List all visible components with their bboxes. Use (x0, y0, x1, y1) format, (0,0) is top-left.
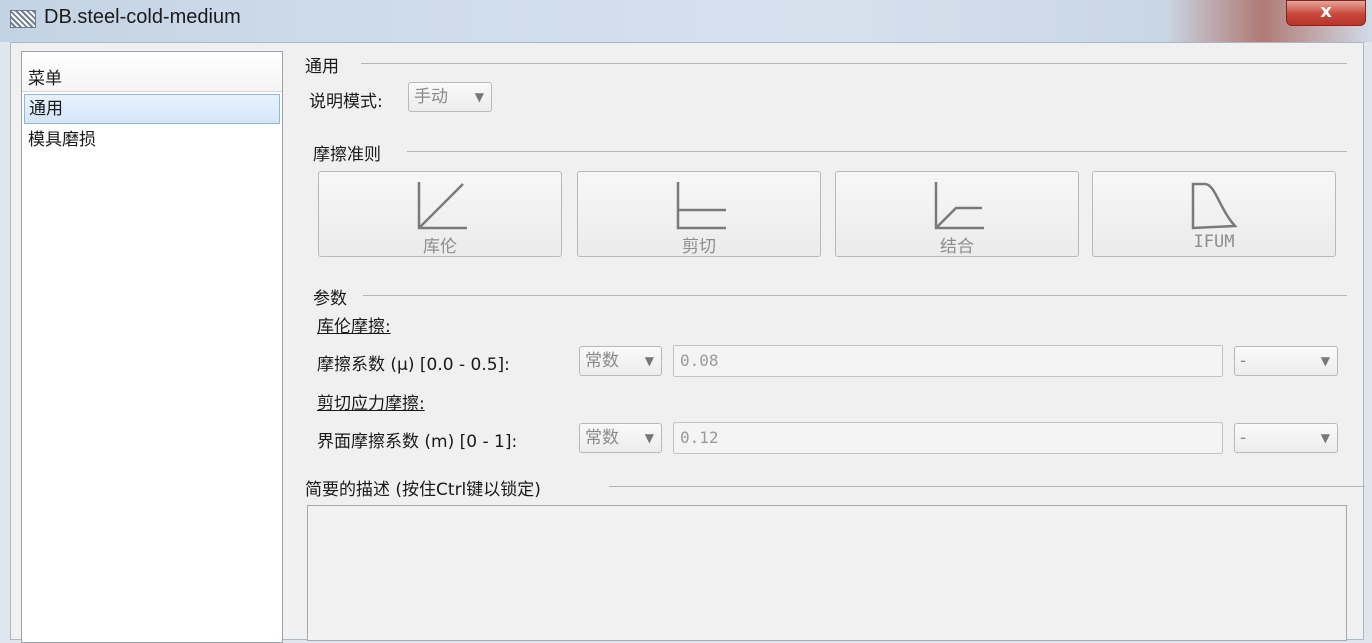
friction-coefficient-unit-dropdown[interactable]: - ▼ (1234, 346, 1338, 376)
coulomb-button[interactable]: 库伦 (318, 171, 562, 257)
combined-label: 结合 (940, 237, 974, 257)
chevron-down-icon: ▼ (1320, 431, 1330, 445)
menu-panel: 菜单 通用 模具磨损 (21, 51, 283, 643)
ifum-icon (1191, 182, 1238, 230)
group-description-title: 简要的描述 (按住Ctrl键以锁定) (305, 480, 541, 500)
friction-coefficient-type-value: 常数 (585, 351, 619, 371)
chevron-down-icon: ▼ (644, 431, 654, 445)
shear-button[interactable]: 剪切 (577, 171, 821, 257)
coulomb-label: 库伦 (423, 237, 457, 257)
group-parameters-title: 参数 (313, 289, 347, 309)
interface-friction-label: 界面摩擦系数 (m) [0 - 1]: (317, 427, 517, 452)
mode-label: 说明模式: (309, 92, 383, 112)
group-friction-divider (407, 151, 1347, 152)
mode-dropdown-value: 手动 (414, 87, 448, 107)
coulomb-icon (417, 182, 467, 230)
title-bar: DB.steel-cold-medium x (0, 0, 1372, 42)
menu-item-general[interactable]: 通用 (24, 94, 280, 124)
interface-friction-type-dropdown[interactable]: 常数 ▼ (579, 423, 662, 453)
group-friction-title: 摩擦准则 (313, 145, 381, 165)
group-parameters-divider (363, 295, 1347, 296)
friction-coefficient-type-dropdown[interactable]: 常数 ▼ (579, 346, 662, 376)
chevron-down-icon: ▼ (474, 90, 484, 104)
interface-friction-unit-value: - (1240, 428, 1247, 448)
group-description-divider (609, 486, 1365, 487)
window-title: DB.steel-cold-medium (44, 6, 241, 28)
dialog-body: 菜单 通用 模具磨损 通用 说明模式: 手动 ▼ 摩擦准则 库伦 剪切 结合 I… (10, 42, 1365, 643)
mode-dropdown[interactable]: 手动 ▼ (408, 82, 492, 112)
menu-item-die-wear[interactable]: 模具磨损 (22, 124, 282, 156)
shear-icon (676, 182, 726, 230)
chevron-down-icon: ▼ (644, 354, 654, 368)
group-general-divider (361, 63, 1347, 64)
friction-coefficient-label: 摩擦系数 (μ) [0.0 - 0.5]: (317, 350, 510, 375)
interface-friction-input[interactable]: 0.12 (673, 422, 1223, 454)
shear-section-label: 剪切应力摩擦: (317, 394, 425, 414)
ifum-label: IFUM (1193, 232, 1235, 252)
friction-coefficient-unit-value: - (1240, 351, 1247, 371)
combined-icon (934, 182, 984, 230)
friction-coefficient-input[interactable]: 0.08 (673, 345, 1223, 377)
combined-button[interactable]: 结合 (835, 171, 1079, 257)
interface-friction-type-value: 常数 (585, 428, 619, 448)
coulomb-section-label: 库伦摩擦: (317, 317, 391, 337)
friction-coefficient-label-text: 摩擦系数 (μ) [0.0 - 0.5]: (317, 355, 510, 375)
group-general-title: 通用 (305, 57, 339, 77)
description-textarea[interactable] (307, 505, 1347, 641)
chevron-down-icon: ▼ (1320, 354, 1330, 368)
menu-header: 菜单 (22, 52, 282, 92)
interface-friction-unit-dropdown[interactable]: - ▼ (1234, 423, 1338, 453)
app-icon (10, 10, 36, 28)
shear-label: 剪切 (682, 237, 716, 257)
close-button[interactable]: x (1286, 0, 1366, 26)
ifum-button[interactable]: IFUM (1092, 171, 1336, 257)
interface-friction-label-text: 界面摩擦系数 (m) [0 - 1]: (317, 432, 518, 452)
